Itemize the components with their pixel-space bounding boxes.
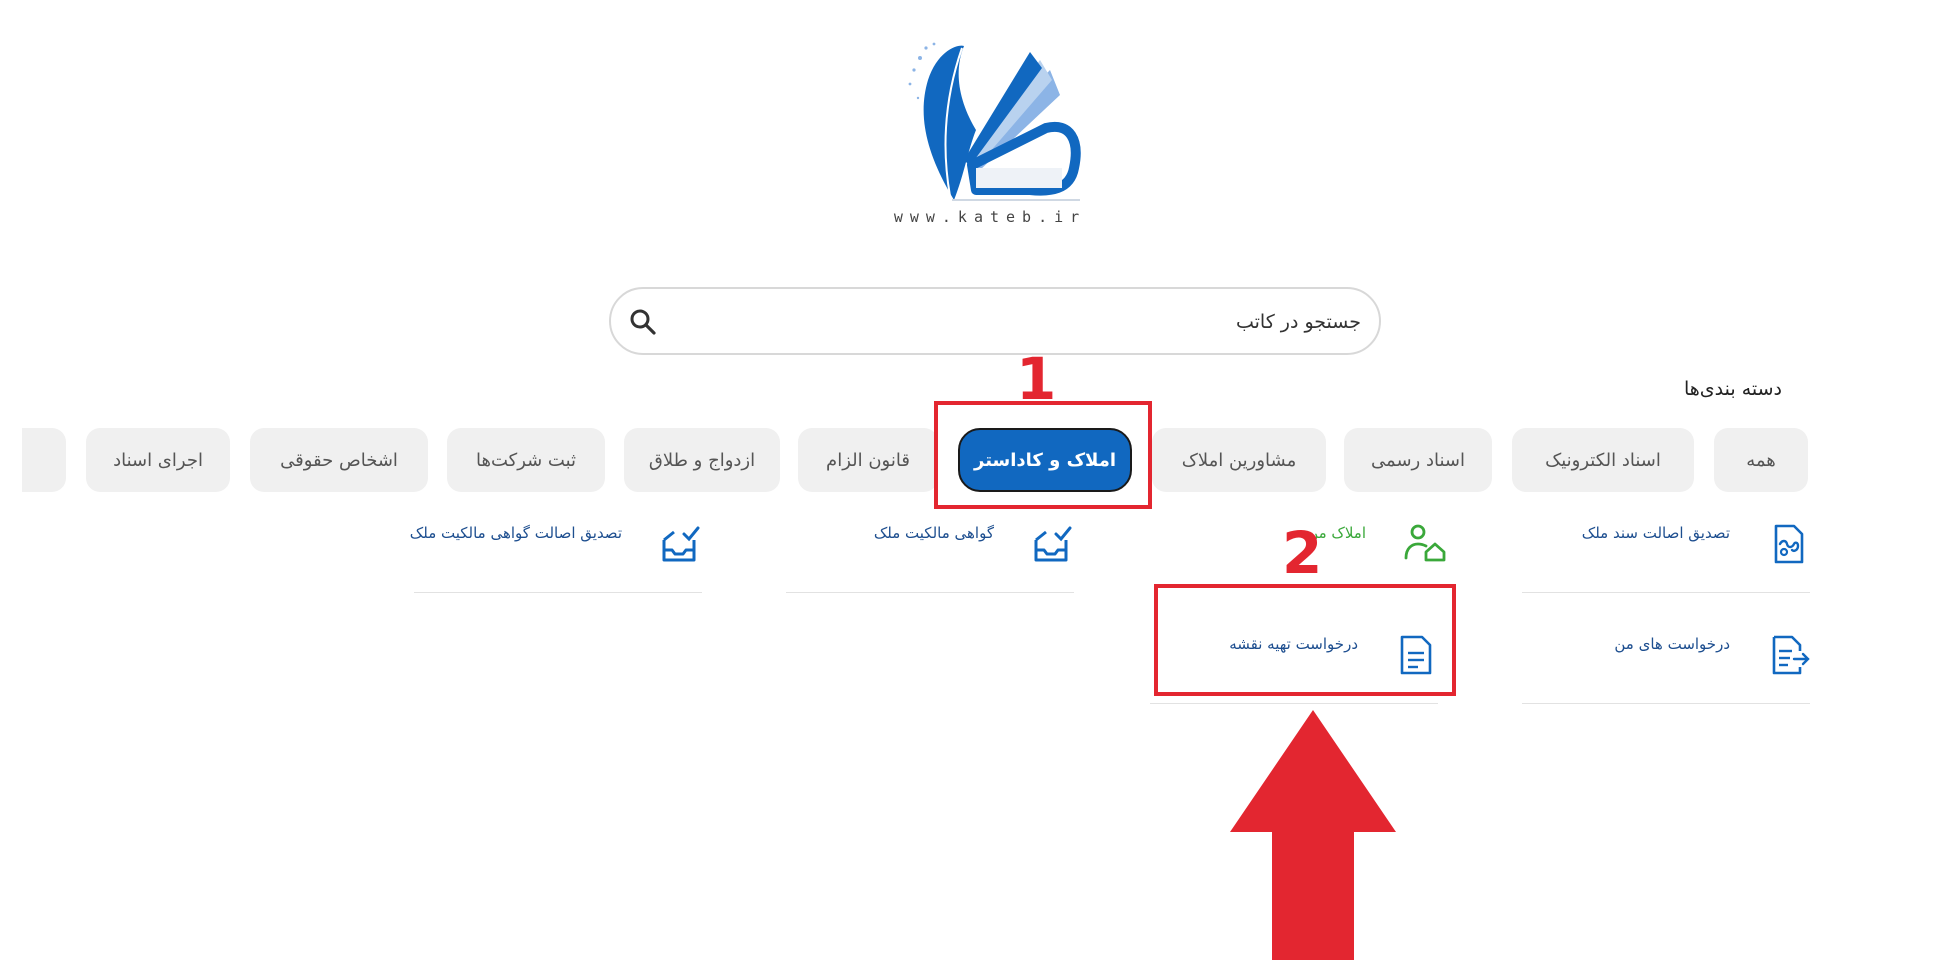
service-label: تصدیق اصالت گواهی مالکیت ملک [409, 524, 622, 542]
categories-title: دسته بندی‌ها [1683, 378, 1782, 400]
user-home-icon [1404, 524, 1446, 562]
tab-company-registration[interactable]: ثبت شرکت‌ها [447, 428, 605, 492]
page: www.kateb.ir دسته بندی‌ها همه اسناد الکت… [0, 0, 1942, 971]
annotation-step-2: 2 [1282, 519, 1323, 587]
tab-electronic-documents[interactable]: اسناد الکترونیک [1512, 428, 1694, 492]
service-label: تصدیق اصالت سند ملک [1581, 524, 1730, 542]
service-property-deed-verification[interactable]: تصدیق اصالت سند ملک [1522, 506, 1810, 596]
divider [1522, 703, 1810, 704]
search-bar[interactable] [609, 287, 1381, 355]
annotation-box-1 [934, 401, 1152, 509]
service-ownership-certificate-verification[interactable]: تصدیق اصالت گواهی مالکیت ملک [410, 506, 702, 596]
document-verify-icon [1774, 524, 1804, 564]
tab-document-execution[interactable]: اجرای اسناد [86, 428, 230, 492]
tab-partial-next[interactable]: س [22, 428, 66, 492]
tab-obligation-law[interactable]: قانون الزام [798, 428, 938, 492]
inbox-check-icon [662, 526, 700, 562]
tab-real-estate-consultants[interactable]: مشاورین املاک [1152, 428, 1326, 492]
logo-url-text: www.kateb.ir [893, 208, 1087, 226]
annotation-step-1: 1 [1016, 345, 1057, 413]
service-label: درخواست های من [1614, 635, 1730, 653]
divider [1150, 703, 1438, 704]
inbox-check-icon [1034, 526, 1072, 562]
tab-marriage-divorce[interactable]: ازدواج و طلاق [624, 428, 780, 492]
tab-legal-entities[interactable]: اشخاص حقوقی [250, 428, 428, 492]
service-ownership-certificate[interactable]: گواهی مالکیت ملک [786, 506, 1074, 596]
tab-official-documents[interactable]: اسناد رسمی [1344, 428, 1492, 492]
annotation-arrow-icon [1230, 710, 1396, 960]
divider [786, 592, 1074, 593]
category-tabs[interactable]: همه اسناد الکترونیک اسناد رسمی مشاورین ا… [22, 426, 1822, 496]
divider [1522, 592, 1810, 593]
service-my-requests[interactable]: درخواست های من [1522, 617, 1810, 707]
kateb-logo-mark [908, 42, 1081, 201]
service-label: گواهی مالکیت ملک [873, 524, 994, 542]
search-icon[interactable] [629, 308, 657, 336]
divider [414, 592, 702, 593]
tab-all[interactable]: همه [1714, 428, 1808, 492]
kateb-logo[interactable]: www.kateb.ir [880, 40, 1100, 235]
document-arrow-icon [1772, 635, 1810, 675]
annotation-box-2 [1154, 584, 1456, 696]
